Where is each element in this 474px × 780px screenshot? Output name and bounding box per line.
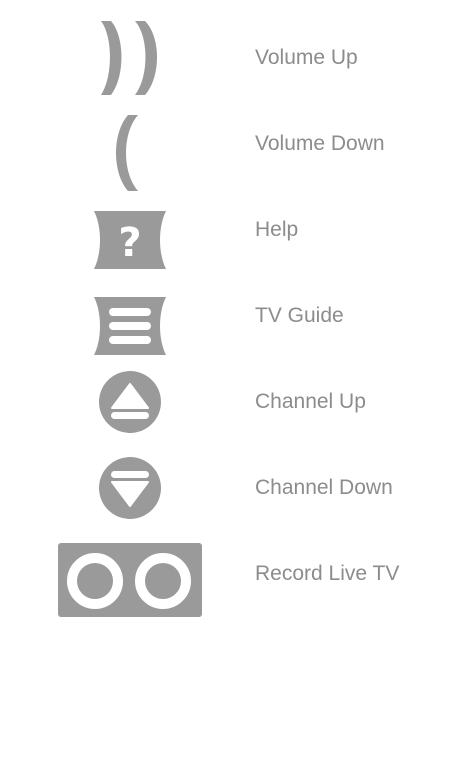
legend-row-tv-guide: TV Guide (0, 283, 474, 369)
tv-guide-icon (55, 283, 205, 369)
legend-label-volume-down: Volume Down (255, 132, 385, 155)
legend-label-help: Help (255, 218, 299, 241)
legend-label-record-live-tv: Record Live TV (255, 562, 400, 585)
legend-label-channel-down: Channel Down (255, 476, 393, 499)
legend-row-record-live-tv: Record Live TV (0, 536, 474, 622)
legend-row-channel-down: Channel Down (0, 445, 474, 531)
legend-label-tv-guide: TV Guide (255, 304, 344, 327)
record-live-tv-icon (55, 536, 205, 622)
legend-row-help: ? Help (0, 197, 474, 283)
volume-up-icon (55, 14, 205, 100)
legend-row-volume-down: Volume Down (0, 110, 474, 196)
volume-down-icon (55, 110, 205, 196)
legend-label-volume-up: Volume Up (255, 46, 358, 69)
legend-row-channel-up: Channel Up (0, 359, 474, 445)
svg-text:?: ? (118, 220, 141, 266)
help-icon: ? (55, 197, 205, 283)
channel-up-icon (55, 359, 205, 445)
legend-label-channel-up: Channel Up (255, 390, 366, 413)
channel-down-icon (55, 445, 205, 531)
legend-row-volume-up: Volume Up (0, 14, 474, 100)
remote-legend: Volume Up Volume Down ? Help TV Guide Ch… (0, 0, 474, 780)
